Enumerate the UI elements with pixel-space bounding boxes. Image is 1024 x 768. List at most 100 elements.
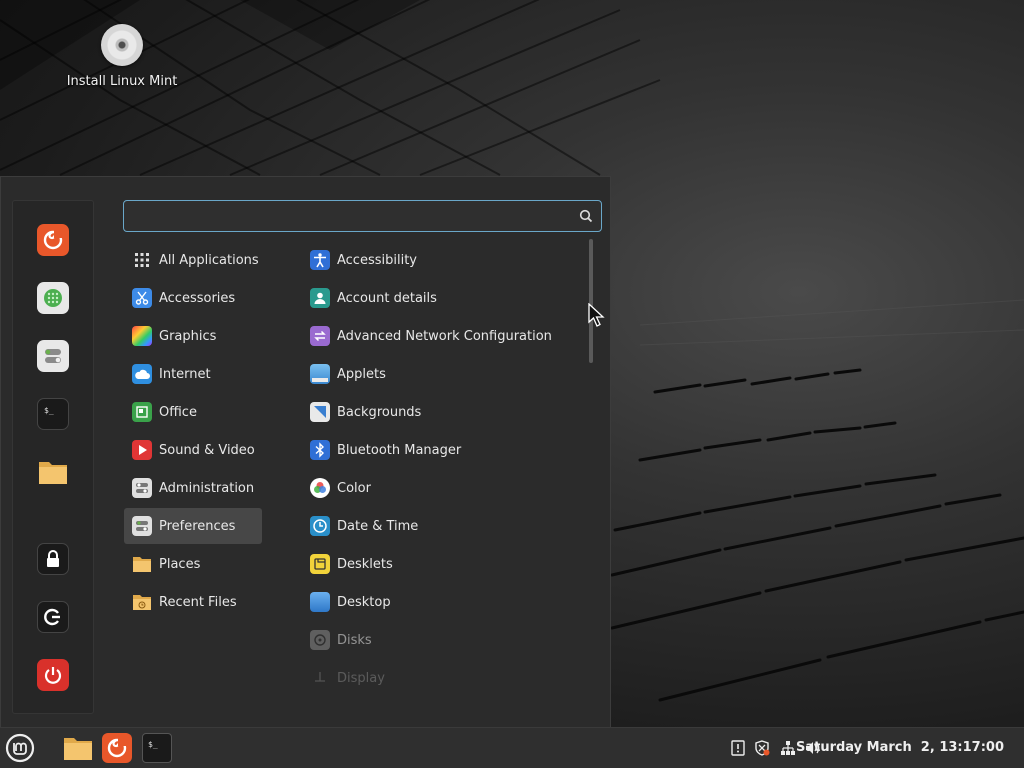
app-color[interactable]: Color <box>307 470 577 506</box>
desktop-icon-label: Install Linux Mint <box>66 74 178 89</box>
search-box <box>123 200 602 232</box>
terminal-icon: $_ <box>148 740 158 749</box>
settings-toggles-icon <box>45 349 61 363</box>
category-accessories[interactable]: Accessories <box>124 280 262 316</box>
taskbar-files[interactable] <box>62 732 94 764</box>
category-label: All Applications <box>159 252 259 268</box>
desklets-icon <box>310 554 330 574</box>
quit-button[interactable] <box>37 659 69 691</box>
category-label: Recent Files <box>159 594 237 610</box>
app-applets[interactable]: Applets <box>307 356 577 392</box>
category-label: Office <box>159 404 197 420</box>
accessibility-icon <box>310 250 330 270</box>
logout-button[interactable] <box>37 601 69 633</box>
app-label: Desktop <box>337 594 391 610</box>
tray-notifications[interactable] <box>730 740 746 756</box>
category-label: Preferences <box>159 518 236 534</box>
search-input[interactable] <box>132 201 572 231</box>
cloud-icon <box>132 364 152 384</box>
app-display[interactable]: Display <box>307 667 577 689</box>
admin-icon <box>132 478 152 498</box>
category-recent-files[interactable]: Recent Files <box>124 584 262 620</box>
category-label: Administration <box>159 480 255 496</box>
lock-icon <box>47 550 59 567</box>
app-label: Backgrounds <box>337 404 422 420</box>
software-manager-icon <box>44 289 62 307</box>
favorite-terminal[interactable]: $_ <box>37 398 69 430</box>
graphics-icon <box>132 326 152 346</box>
app-date-time[interactable]: Date & Time <box>307 508 577 544</box>
folder-icon <box>132 554 152 574</box>
disks-icon <box>310 630 330 650</box>
app-label: Accessibility <box>337 252 417 268</box>
favorites-sidebar: $_ <box>12 200 94 714</box>
app-label: Applets <box>337 366 386 382</box>
app-label: Color <box>337 480 371 496</box>
category-places[interactable]: Places <box>124 546 262 582</box>
favorite-system-settings[interactable] <box>37 340 69 372</box>
category-office[interactable]: Office <box>124 394 262 430</box>
color-icon <box>310 478 330 498</box>
app-backgrounds[interactable]: Backgrounds <box>307 394 577 430</box>
app-account-details[interactable]: Account details <box>307 280 577 316</box>
app-disks[interactable]: Disks <box>307 622 577 658</box>
preferences-icon <box>132 516 152 536</box>
power-icon <box>44 667 62 684</box>
tray-update-manager[interactable] <box>754 740 770 756</box>
category-label: Places <box>159 556 201 572</box>
app-bluetooth-manager[interactable]: Bluetooth Manager <box>307 432 577 468</box>
favorite-software-manager[interactable] <box>37 282 69 314</box>
category-label: Internet <box>159 366 211 382</box>
mint-logo-icon <box>5 733 35 763</box>
mouse-cursor-icon <box>588 303 605 327</box>
app-label: Bluetooth Manager <box>337 442 462 458</box>
taskbar-terminal[interactable]: $_ <box>142 733 172 763</box>
category-preferences[interactable]: Preferences <box>124 508 262 544</box>
desktop-icon-install-linux-mint[interactable]: Install Linux Mint <box>62 24 182 89</box>
favorite-firefox[interactable] <box>37 224 69 256</box>
svg-text:$_: $_ <box>148 740 158 749</box>
taskbar-firefox[interactable] <box>102 733 132 763</box>
panel-clock[interactable]: Saturday March 2, 13:17:00 <box>796 740 1004 755</box>
category-internet[interactable]: Internet <box>124 356 262 392</box>
app-list-scrollbar[interactable] <box>589 239 593 363</box>
menu-button[interactable] <box>4 732 36 764</box>
logout-icon <box>44 608 60 626</box>
app-label: Account details <box>337 290 437 306</box>
bluetooth-icon <box>310 440 330 460</box>
folder-icon <box>64 738 92 760</box>
app-desktop[interactable]: Desktop <box>307 584 577 620</box>
app-label: Desklets <box>337 556 393 572</box>
category-administration[interactable]: Administration <box>124 470 262 506</box>
applets-icon <box>310 364 330 384</box>
recent-folder-icon <box>132 592 152 612</box>
application-menu: $_ All Applications Accessories Graphics… <box>0 176 611 727</box>
app-label: Advanced Network Configuration <box>337 328 552 344</box>
bottom-panel: $_ Saturday March 2, 13:17:00 <box>0 727 1024 768</box>
app-accessibility[interactable]: Accessibility <box>307 242 577 278</box>
notification-icon <box>731 740 745 756</box>
favorite-files[interactable] <box>37 456 69 488</box>
scissors-icon <box>132 288 152 308</box>
search-icon <box>579 209 593 223</box>
category-all-applications[interactable]: All Applications <box>124 242 262 278</box>
desktop-icon <box>310 592 330 612</box>
category-graphics[interactable]: Graphics <box>124 318 262 354</box>
play-icon <box>132 440 152 460</box>
lock-screen-button[interactable] <box>37 543 69 575</box>
category-sound-video[interactable]: Sound & Video <box>124 432 262 468</box>
grid-icon <box>132 250 152 270</box>
app-label: Date & Time <box>337 518 419 534</box>
backgrounds-icon <box>310 402 330 422</box>
app-advanced-network-configuration[interactable]: Advanced Network Configuration <box>307 318 577 354</box>
network-icon <box>781 741 795 755</box>
firefox-icon <box>107 737 128 758</box>
firefox-icon <box>43 229 64 250</box>
disc-icon <box>101 24 143 66</box>
network-config-icon <box>310 326 330 346</box>
office-icon <box>132 402 152 422</box>
clock-icon <box>310 516 330 536</box>
terminal-icon: $_ <box>44 406 54 415</box>
app-desklets[interactable]: Desklets <box>307 546 577 582</box>
tray-network[interactable] <box>780 740 796 756</box>
